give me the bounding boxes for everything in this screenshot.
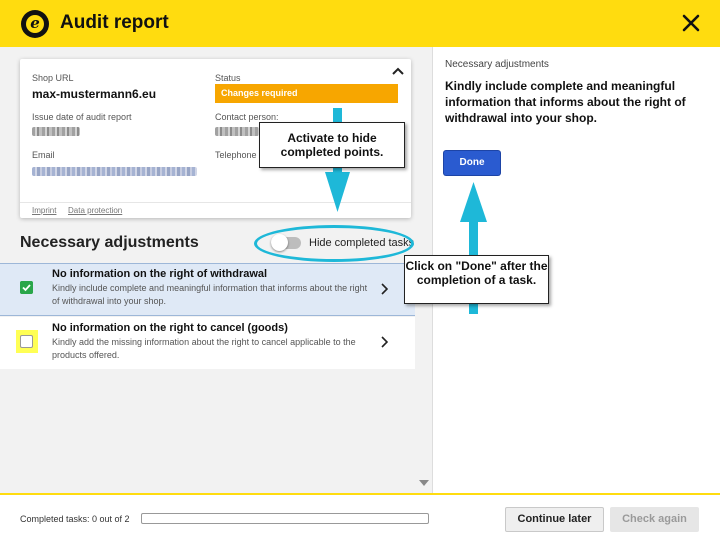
- toggle-hint-callout: Activate to hide completed points.: [259, 122, 405, 168]
- chevron-up-icon[interactable]: [391, 66, 405, 76]
- chevron-right-icon[interactable]: [380, 336, 388, 348]
- shop-url-value: max-mustermann6.eu: [32, 87, 157, 101]
- done-button[interactable]: Done: [444, 151, 500, 175]
- continue-later-button[interactable]: Continue later: [505, 507, 604, 532]
- detail-heading: Necessary adjustments: [445, 59, 549, 70]
- telephone-label: Telephone: [215, 150, 257, 160]
- close-icon[interactable]: [680, 12, 702, 34]
- status-label: Status: [215, 73, 241, 83]
- task-title: No information on the right of withdrawa…: [52, 268, 268, 280]
- issue-date-redacted: [32, 127, 80, 136]
- contact-person-label: Contact person:: [215, 112, 279, 122]
- task-title: No information on the right to cancel (g…: [52, 322, 288, 334]
- completed-tasks-label: Completed tasks: 0 out of 2: [20, 514, 130, 524]
- email-label: Email: [32, 150, 55, 160]
- email-redacted: [32, 167, 197, 176]
- chevron-right-icon[interactable]: [380, 283, 388, 295]
- status-badge: Changes required: [215, 84, 398, 103]
- page-title: Audit report: [60, 12, 169, 33]
- scroll-down-arrow-icon[interactable]: [419, 480, 429, 486]
- issue-date-label: Issue date of audit report: [32, 112, 132, 122]
- done-hint-callout: Click on "Done" after the completion of …: [404, 255, 549, 304]
- data-protection-link[interactable]: Data protection: [68, 206, 122, 215]
- checkbox-unchecked[interactable]: [20, 335, 33, 348]
- imprint-link[interactable]: Imprint: [32, 206, 56, 215]
- trusted-shops-logo: e: [21, 10, 49, 38]
- card-divider: [20, 202, 411, 203]
- progress-bar: [141, 513, 429, 524]
- detail-text: Kindly include complete and meaningful i…: [445, 79, 686, 125]
- logo-letter: e: [26, 15, 44, 33]
- shop-url-label: Shop URL: [32, 73, 74, 83]
- contact-person-redacted: [215, 127, 259, 136]
- toggle-highlight-ellipse: [254, 225, 414, 262]
- task-description: Kindly add the missing information about…: [52, 337, 356, 360]
- section-title: Necessary adjustments: [20, 234, 199, 251]
- task-description: Kindly include complete and meaningful i…: [52, 283, 368, 306]
- check-again-button: Check again: [610, 507, 699, 532]
- checkbox-checked-icon[interactable]: [20, 281, 33, 294]
